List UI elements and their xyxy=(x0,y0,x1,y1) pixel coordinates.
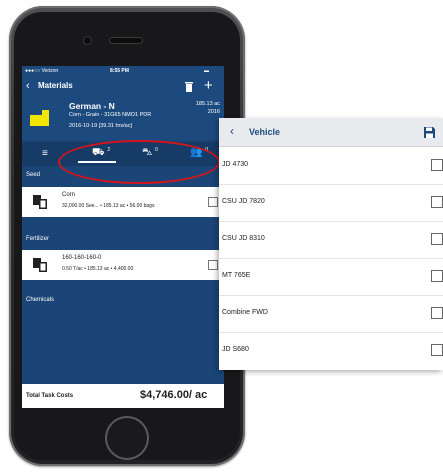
section-seed: Seed xyxy=(26,172,41,178)
total-cost-value: $4,746.00/ ac xyxy=(140,389,208,401)
home-button[interactable] xyxy=(105,416,149,460)
back-chevron-icon[interactable]: ‹ xyxy=(26,79,30,93)
list-item[interactable]: Corn 32,000.00 See... • 185.13 ac • 56.0… xyxy=(22,187,224,217)
field-year: 2016 xyxy=(207,109,220,115)
bag-icon xyxy=(33,258,47,272)
menu-icon[interactable]: ≡ xyxy=(42,149,48,159)
vehicle-row[interactable]: CSU JD 7820 xyxy=(219,184,443,222)
vehicle-name: CSU JD 8310 xyxy=(222,235,265,242)
vehicle-checkbox[interactable] xyxy=(431,159,443,171)
vehicle-name: MT 765E xyxy=(222,272,251,279)
vehicle-panel-title: Vehicle xyxy=(249,127,281,137)
add-button[interactable]: + xyxy=(204,77,213,95)
vehicle-row[interactable]: JD S680 xyxy=(219,332,443,369)
material-checkbox[interactable] xyxy=(208,197,218,207)
field-area: 185.13 ac xyxy=(195,101,220,107)
section-fertilizer: Fertilizer xyxy=(26,236,50,242)
task-cost-footer: Total Task Costs $4,746.00/ ac xyxy=(22,384,224,408)
field-date: 2016-10-19 [39.31 hrs/ac] xyxy=(69,123,132,129)
vehicle-panel-header: ‹ Vehicle xyxy=(219,118,443,147)
highlight-ellipse xyxy=(58,140,220,184)
vehicle-row[interactable]: MT 765E xyxy=(219,258,443,296)
vehicle-name: JD 4730 xyxy=(222,161,249,168)
signal-icon: ●●●○○ xyxy=(25,68,42,74)
front-camera xyxy=(84,37,91,44)
save-icon[interactable] xyxy=(424,127,435,138)
nav-title: Materials xyxy=(38,81,73,90)
field-boundary-icon xyxy=(30,110,49,126)
material-detail: 32,000.00 See... • 185.13 ac • 56.00 bag… xyxy=(62,203,155,209)
vehicle-name: CSU JD 7820 xyxy=(222,198,265,205)
battery-icon: ▬ xyxy=(204,68,209,74)
status-time: 8:55 PM xyxy=(110,68,129,74)
vehicle-checkbox[interactable] xyxy=(431,233,443,245)
field-name: German - N xyxy=(69,101,115,111)
trash-icon[interactable] xyxy=(185,82,193,92)
carrier-name: Verizon xyxy=(41,68,59,74)
vehicle-row[interactable]: JD 4730 xyxy=(219,147,443,185)
list-item[interactable]: 160-160-160-0 0.50 T/ac • 185.13 ac • 4,… xyxy=(22,250,224,280)
material-detail: 0.50 T/ac • 185.13 ac • 4,400.00 xyxy=(62,266,134,272)
vehicle-row[interactable]: CSU JD 8310 xyxy=(219,221,443,259)
vehicle-name: Combine FWD xyxy=(222,309,268,316)
bag-icon xyxy=(33,195,47,209)
phone-screen: ●●●○○ Verizon 8:55 PM ▬ ‹ Materials + Ge… xyxy=(22,66,224,408)
field-crop: Corn - Grain - 31G65 NMO1 PDR xyxy=(69,112,152,118)
total-cost-label: Total Task Costs xyxy=(26,393,74,399)
material-name: Corn xyxy=(62,192,76,198)
nav-bar: ‹ Materials + xyxy=(22,76,224,98)
vehicle-checkbox[interactable] xyxy=(431,344,443,356)
earpiece-speaker xyxy=(110,38,142,43)
material-name: 160-160-160-0 xyxy=(62,255,102,261)
material-checkbox[interactable] xyxy=(208,260,218,270)
vehicle-checkbox[interactable] xyxy=(431,307,443,319)
carrier-label: ●●●○○ Verizon xyxy=(25,66,58,76)
vehicle-checkbox[interactable] xyxy=(431,196,443,208)
section-chemicals: Chemicals xyxy=(26,297,55,303)
vehicle-checkbox[interactable] xyxy=(431,270,443,282)
vehicle-row[interactable]: Combine FWD xyxy=(219,295,443,333)
vehicle-panel: ‹ Vehicle JD 4730 CSU JD 7820 CSU JD 831… xyxy=(219,118,443,370)
status-bar: ●●●○○ Verizon 8:55 PM ▬ xyxy=(22,66,224,76)
vehicle-name: JD S680 xyxy=(222,346,249,353)
back-chevron-icon[interactable]: ‹ xyxy=(230,124,234,138)
field-summary: German - N Corn - Grain - 31G65 NMO1 PDR… xyxy=(22,98,224,140)
